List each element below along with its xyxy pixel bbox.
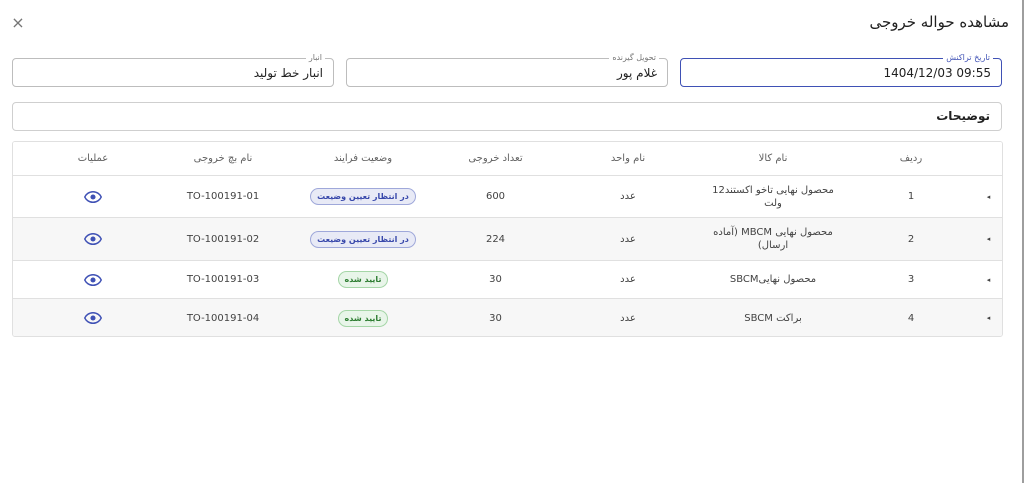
close-icon[interactable]: × [9, 14, 27, 32]
transaction-date-label: تاریخ تراکنش [943, 53, 993, 63]
product-name: براکت SBCM [744, 312, 802, 324]
row-number: 2 [907, 233, 915, 245]
header-actions: عملیات [77, 153, 109, 164]
header-product-name: نام کالا [758, 153, 788, 164]
table-row: ◂ 4 براکت SBCM عدد 30 تایید شده TO-10019… [13, 299, 1002, 336]
unit-name: عدد [620, 274, 636, 285]
table-row: ◂ 2 محصول نهایی MBCM (آماده ارسال) عدد 2… [13, 218, 1002, 261]
caret-left-icon: ◂ [986, 275, 991, 284]
row-expand-caret-icon[interactable]: ◂ [975, 299, 1002, 336]
view-action[interactable] [43, 218, 143, 260]
items-table: ردیف نام کالا نام واحد تعداد خروجی وضعیت… [12, 141, 1003, 337]
output-quantity: 30 [489, 312, 502, 324]
output-quantity: 224 [485, 233, 506, 245]
header-process-status: وضعیت فرایند [333, 153, 393, 164]
view-action[interactable] [43, 261, 143, 298]
warehouse-value: انبار خط تولید [253, 66, 323, 80]
description-field[interactable]: توضیحات [12, 102, 1002, 131]
row-number: 4 [907, 312, 915, 324]
row-number: 3 [907, 274, 915, 285]
table-row: ◂ 1 محصول نهایی تاخو اکستند12 ولت عدد 60… [13, 176, 1002, 218]
product-name: محصول نهایی MBCM (آماده ارسال) [713, 227, 833, 251]
warehouse-label: انبار [305, 53, 325, 63]
warehouse-field[interactable]: انبار انبار خط تولید [12, 53, 334, 87]
caret-left-icon: ◂ [986, 314, 991, 322]
process-status: تایید شده [303, 299, 423, 336]
unit-name: عدد [620, 312, 636, 324]
unit-name: عدد [620, 191, 636, 202]
table-header-row: ردیف نام کالا نام واحد تعداد خروجی وضعیت… [13, 142, 1002, 176]
caret-left-icon: ◂ [986, 235, 991, 243]
process-status: در انتظار تعیین وضیعت [303, 218, 423, 260]
header-unit-name: نام واحد [610, 153, 646, 164]
output-batch-name: TO-100191-02 [186, 233, 260, 245]
caret-left-icon: ◂ [986, 192, 991, 201]
receiver-value: غلام پور [616, 66, 657, 80]
eye-icon[interactable] [84, 190, 102, 203]
header-output-batch: نام بچ خروجی [193, 153, 253, 164]
transaction-date-field[interactable]: تاریخ تراکنش 1404/12/03 09:55 [680, 53, 1002, 87]
view-output-transfer-dialog: × مشاهده حواله خروجی تاریخ تراکنش 1404/1… [0, 0, 1021, 483]
header-output-quantity: تعداد خروجی [468, 153, 523, 164]
output-quantity: 600 [485, 191, 506, 202]
header-row-number: ردیف [899, 153, 923, 164]
view-action[interactable] [43, 176, 143, 217]
row-expand-caret-icon[interactable]: ◂ [975, 218, 1002, 260]
output-batch-name: TO-100191-03 [186, 274, 260, 285]
description-label: توضیحات [936, 109, 990, 123]
product-name: محصول نهایی تاخو اکستند12 ولت [712, 184, 834, 209]
view-action[interactable] [43, 299, 143, 336]
unit-name: عدد [620, 233, 636, 245]
status-badge: در انتظار تعیین وضیعت [310, 230, 416, 248]
output-batch-name: TO-100191-04 [186, 312, 260, 324]
row-number: 1 [907, 191, 915, 202]
eye-icon[interactable] [84, 233, 102, 245]
table-row: ◂ 3 محصول نهاییSBCM عدد 30 تایید شده TO-… [13, 261, 1002, 299]
output-batch-name: TO-100191-01 [186, 191, 260, 202]
row-expand-caret-icon[interactable]: ◂ [975, 261, 1002, 298]
process-status: تایید شده [303, 261, 423, 298]
eye-icon[interactable] [84, 312, 102, 324]
row-expand-caret-icon[interactable]: ◂ [975, 176, 1002, 217]
status-badge: در انتظار تعیین وضیعت [310, 188, 416, 205]
status-badge: تایید شده [337, 271, 389, 288]
receiver-label: تحویل گیرنده [609, 53, 659, 63]
process-status: در انتظار تعیین وضیعت [303, 176, 423, 217]
eye-icon[interactable] [84, 273, 102, 286]
receiver-field[interactable]: تحویل گیرنده غلام پور [346, 53, 668, 87]
status-badge: تایید شده [337, 309, 389, 327]
transaction-date-value: 1404/12/03 09:55 [883, 66, 991, 80]
product-name: محصول نهاییSBCM [729, 274, 817, 285]
output-quantity: 30 [489, 274, 502, 285]
dialog-title: مشاهده حواله خروجی [869, 13, 1009, 31]
